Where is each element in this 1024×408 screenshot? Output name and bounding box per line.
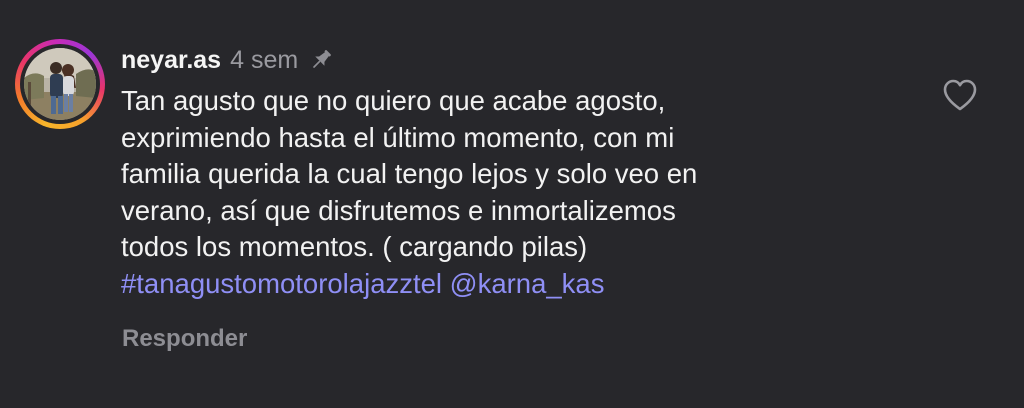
username[interactable]: neyar.as [121,46,221,75]
mention-link[interactable]: @karna_kas [450,268,605,299]
reply-button[interactable]: Responder [122,325,247,353]
comment-line: familia querida la cual tengo lejos y so… [121,158,698,189]
comment-line: verano, así que disfrutemos e inmortaliz… [121,194,676,226]
comment-header: neyar.as 4 sem [121,40,334,80]
comment-tags-line: #tanagustomotorolajazztel @karna_kas [121,266,881,303]
timestamp: 4 sem [230,45,299,74]
hashtag-link[interactable]: #tanagustomotorolajazztel [121,268,442,299]
comment-line: todos los momentos. ( cargando pilas) [121,231,588,262]
story-ring-avatar[interactable] [15,39,105,129]
avatar-photo [24,48,96,120]
avatar [24,48,96,120]
comment-text: Tan agusto que no quiero que acabe agost… [121,83,881,302]
comment: neyar.as 4 sem Tan agusto que no quiero … [0,0,1024,408]
comment-line: Tan agusto que no quiero que acabe agost… [121,85,666,116]
comment-line: exprimiendo hasta el último momento, con… [121,121,675,153]
heart-icon[interactable] [942,78,978,112]
pin-icon [313,50,332,68]
